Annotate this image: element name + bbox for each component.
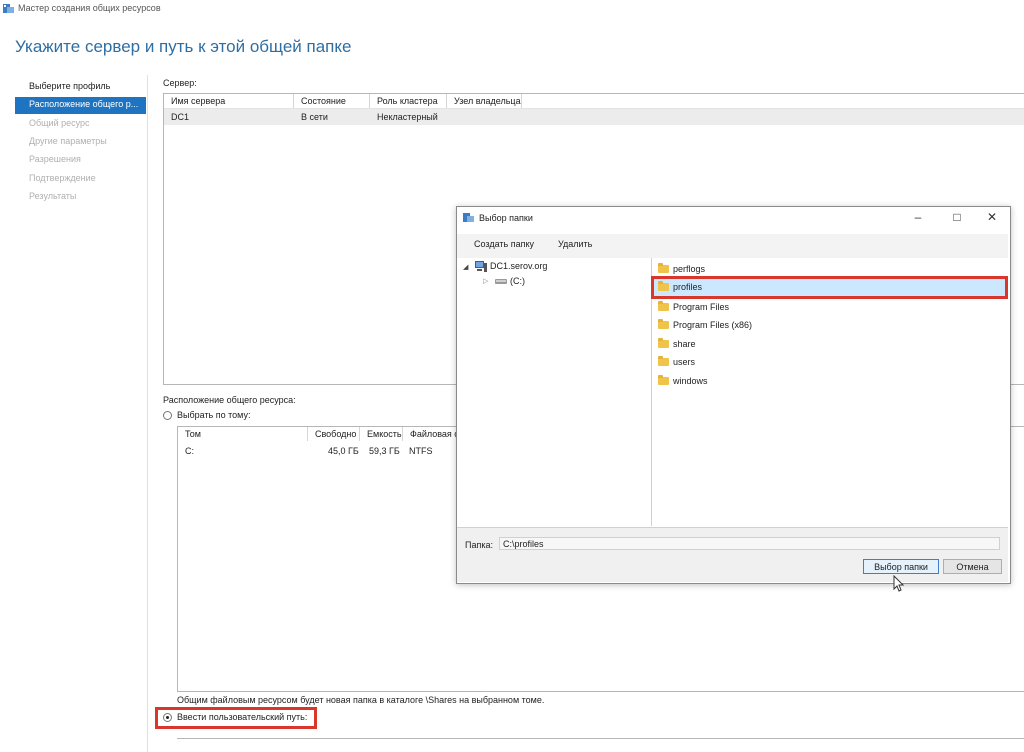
folder-name: share bbox=[673, 339, 696, 349]
sidebar-item-label: Результаты bbox=[29, 191, 77, 201]
server-status-cell: В сети bbox=[301, 112, 328, 122]
volume-cell: C: bbox=[185, 446, 194, 456]
cancel-button[interactable]: Отмена bbox=[943, 559, 1002, 574]
folder-icon bbox=[658, 375, 669, 385]
highlight-profiles bbox=[651, 276, 1008, 299]
computer-icon bbox=[475, 261, 487, 272]
close-icon[interactable]: ✕ bbox=[983, 209, 1001, 225]
tree-root-label[interactable]: DC1.serov.org bbox=[490, 261, 547, 271]
column-header-status[interactable]: Состояние bbox=[294, 94, 370, 108]
column-header-cluster-role[interactable]: Роль кластера bbox=[370, 94, 447, 108]
sidebar-item-label: Общий ресурс bbox=[29, 118, 90, 128]
folder-icon bbox=[658, 263, 669, 273]
folder-name: windows bbox=[673, 376, 708, 386]
dialog-toolbar: Создать папку Удалить bbox=[457, 234, 1008, 258]
sidebar-item-label: Выберите профиль bbox=[29, 81, 111, 91]
path-value: C:\profiles bbox=[503, 539, 544, 549]
sidebar-item-permissions: Разрешения bbox=[29, 152, 81, 166]
sidebar-item-share: Общий ресурс bbox=[29, 116, 90, 130]
column-header-capacity[interactable]: Емкость bbox=[360, 427, 403, 441]
folder-list: perflogs profiles Program Files Program … bbox=[651, 258, 1008, 526]
page-title: Укажите сервер и путь к этой общей папке bbox=[15, 37, 352, 56]
by-volume-label: Выбрать по тому: bbox=[177, 410, 251, 420]
location-label: Расположение общего ресурса: bbox=[163, 395, 296, 405]
share-wizard-icon bbox=[3, 4, 14, 13]
folder-tree: ◢ DC1.serov.org ▷ (C:) bbox=[461, 258, 652, 526]
tree-drive-label[interactable]: (C:) bbox=[510, 276, 525, 286]
dialog-title: Выбор папки bbox=[479, 213, 533, 223]
filesystem-cell: NTFS bbox=[409, 446, 433, 456]
server-label: Сервер: bbox=[163, 78, 197, 88]
list-item[interactable]: windows bbox=[652, 372, 1006, 390]
column-header-filesystem[interactable]: Файловая с bbox=[403, 427, 463, 441]
free-cell: 45,0 ГБ bbox=[328, 446, 359, 456]
column-header-owner-node[interactable]: Узел владельца bbox=[447, 94, 522, 108]
sidebar-item-label: Другие параметры bbox=[29, 136, 107, 146]
column-header-volume[interactable]: Том bbox=[178, 427, 308, 441]
folder-icon bbox=[658, 356, 669, 366]
minimize-icon[interactable]: – bbox=[909, 209, 927, 225]
collapse-arrow-icon[interactable]: ▷ bbox=[483, 277, 488, 285]
list-item[interactable]: users bbox=[652, 353, 1006, 371]
custom-path-radio[interactable] bbox=[163, 713, 172, 722]
delete-button[interactable]: Удалить bbox=[558, 239, 592, 249]
folder-icon bbox=[658, 319, 669, 329]
sidebar-item-confirmation: Подтверждение bbox=[29, 171, 96, 185]
sidebar-item-label: Расположение общего р... bbox=[29, 99, 139, 109]
window-title: Мастер создания общих ресурсов bbox=[18, 3, 161, 13]
sidebar-item-other-settings: Другие параметры bbox=[29, 134, 107, 148]
sidebar-divider bbox=[147, 75, 148, 752]
folder-name: users bbox=[673, 357, 696, 367]
server-name-cell: DC1 bbox=[171, 112, 190, 122]
sidebar-item-label: Подтверждение bbox=[29, 173, 96, 183]
path-field[interactable]: C:\profiles bbox=[499, 537, 1000, 550]
capacity-cell: 59,3 ГБ bbox=[369, 446, 400, 456]
folder-name: perflogs bbox=[673, 264, 706, 274]
folder-name: Program Files bbox=[673, 302, 730, 312]
custom-path-label: Ввести пользовательский путь: bbox=[177, 712, 308, 722]
list-item[interactable]: share bbox=[652, 335, 1006, 353]
column-header-free[interactable]: Свободно bbox=[308, 427, 360, 441]
sidebar-item-profile[interactable]: Выберите профиль bbox=[29, 79, 110, 93]
list-item[interactable]: Program Files (x86) bbox=[652, 316, 1006, 334]
window-titlebar: Мастер создания общих ресурсов bbox=[0, 0, 1024, 18]
location-note: Общим файловым ресурсом будет новая папк… bbox=[177, 695, 545, 705]
mouse-cursor-icon bbox=[893, 575, 905, 592]
path-label: Папка: bbox=[465, 540, 493, 550]
custom-path-input[interactable] bbox=[177, 738, 1024, 739]
maximize-icon[interactable]: □ bbox=[948, 209, 966, 225]
sidebar-item-results: Результаты bbox=[29, 189, 76, 203]
folder-name: Program Files (x86) bbox=[673, 320, 753, 330]
sidebar-item-label: Разрешения bbox=[29, 154, 81, 164]
dialog-footer: Папка: C:\profiles Выбор папки Отмена bbox=[457, 527, 1008, 582]
list-item[interactable]: Program Files bbox=[652, 298, 1006, 316]
create-folder-button[interactable]: Создать папку bbox=[474, 239, 534, 249]
server-cluster-cell: Некластерный bbox=[377, 112, 438, 122]
sidebar-item-location[interactable]: Расположение общего р... bbox=[15, 97, 146, 114]
select-folder-button[interactable]: Выбор папки bbox=[863, 559, 939, 574]
folder-icon bbox=[658, 338, 669, 348]
folder-picker-dialog: Выбор папки – □ ✕ Создать папку Удалить … bbox=[456, 206, 1011, 584]
column-header-server-name[interactable]: Имя сервера bbox=[164, 94, 294, 108]
table-row[interactable]: DC1 В сети Некластерный bbox=[164, 109, 1024, 125]
expand-arrow-icon[interactable]: ◢ bbox=[463, 263, 468, 271]
folder-icon bbox=[658, 301, 669, 311]
folder-picker-icon bbox=[463, 213, 474, 222]
drive-icon bbox=[495, 279, 507, 284]
by-volume-radio[interactable] bbox=[163, 411, 172, 420]
